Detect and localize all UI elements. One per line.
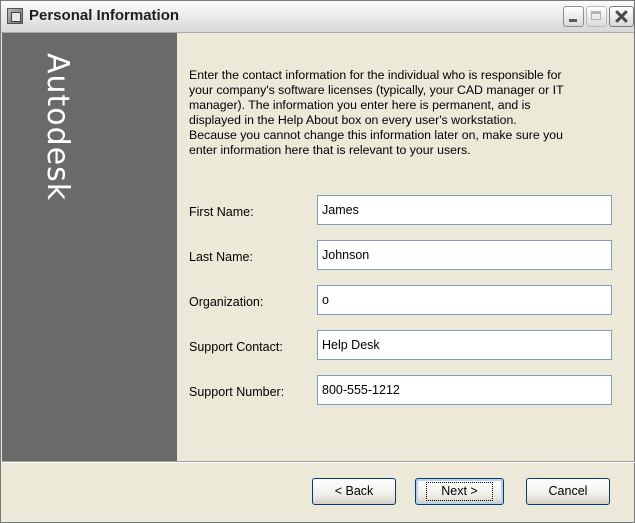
footer-divider: [2, 461, 635, 463]
last-name-label: Last Name:: [189, 250, 253, 264]
first-name-field[interactable]: [317, 195, 612, 225]
title-bar[interactable]: Personal Information: [1, 1, 634, 33]
support-number-field[interactable]: [317, 375, 612, 405]
brand-panel: Autodesk: [2, 33, 177, 461]
next-button-label: Next >: [426, 482, 493, 501]
maximize-icon: [586, 6, 607, 27]
next-button[interactable]: Next >: [415, 478, 504, 505]
support-contact-field[interactable]: [317, 330, 612, 360]
support-contact-label: Support Contact:: [189, 340, 283, 354]
autodesk-logo: Autodesk: [40, 53, 75, 202]
intro-text: Enter the contact information for the in…: [189, 68, 564, 157]
first-name-label: First Name:: [189, 205, 254, 219]
app-icon: [7, 8, 23, 24]
close-icon[interactable]: [609, 6, 634, 27]
personal-information-dialog: Personal Information Autodesk Enter the …: [0, 0, 635, 523]
organization-label: Organization:: [189, 295, 264, 309]
organization-field[interactable]: [317, 285, 612, 315]
back-button[interactable]: < Back: [312, 478, 396, 505]
content-panel: Enter the contact information for the in…: [177, 33, 633, 461]
support-number-label: Support Number:: [189, 385, 285, 399]
cancel-button[interactable]: Cancel: [526, 478, 610, 505]
last-name-field[interactable]: [317, 240, 612, 270]
window-title: Personal Information: [29, 7, 180, 24]
minimize-icon[interactable]: [563, 6, 584, 27]
